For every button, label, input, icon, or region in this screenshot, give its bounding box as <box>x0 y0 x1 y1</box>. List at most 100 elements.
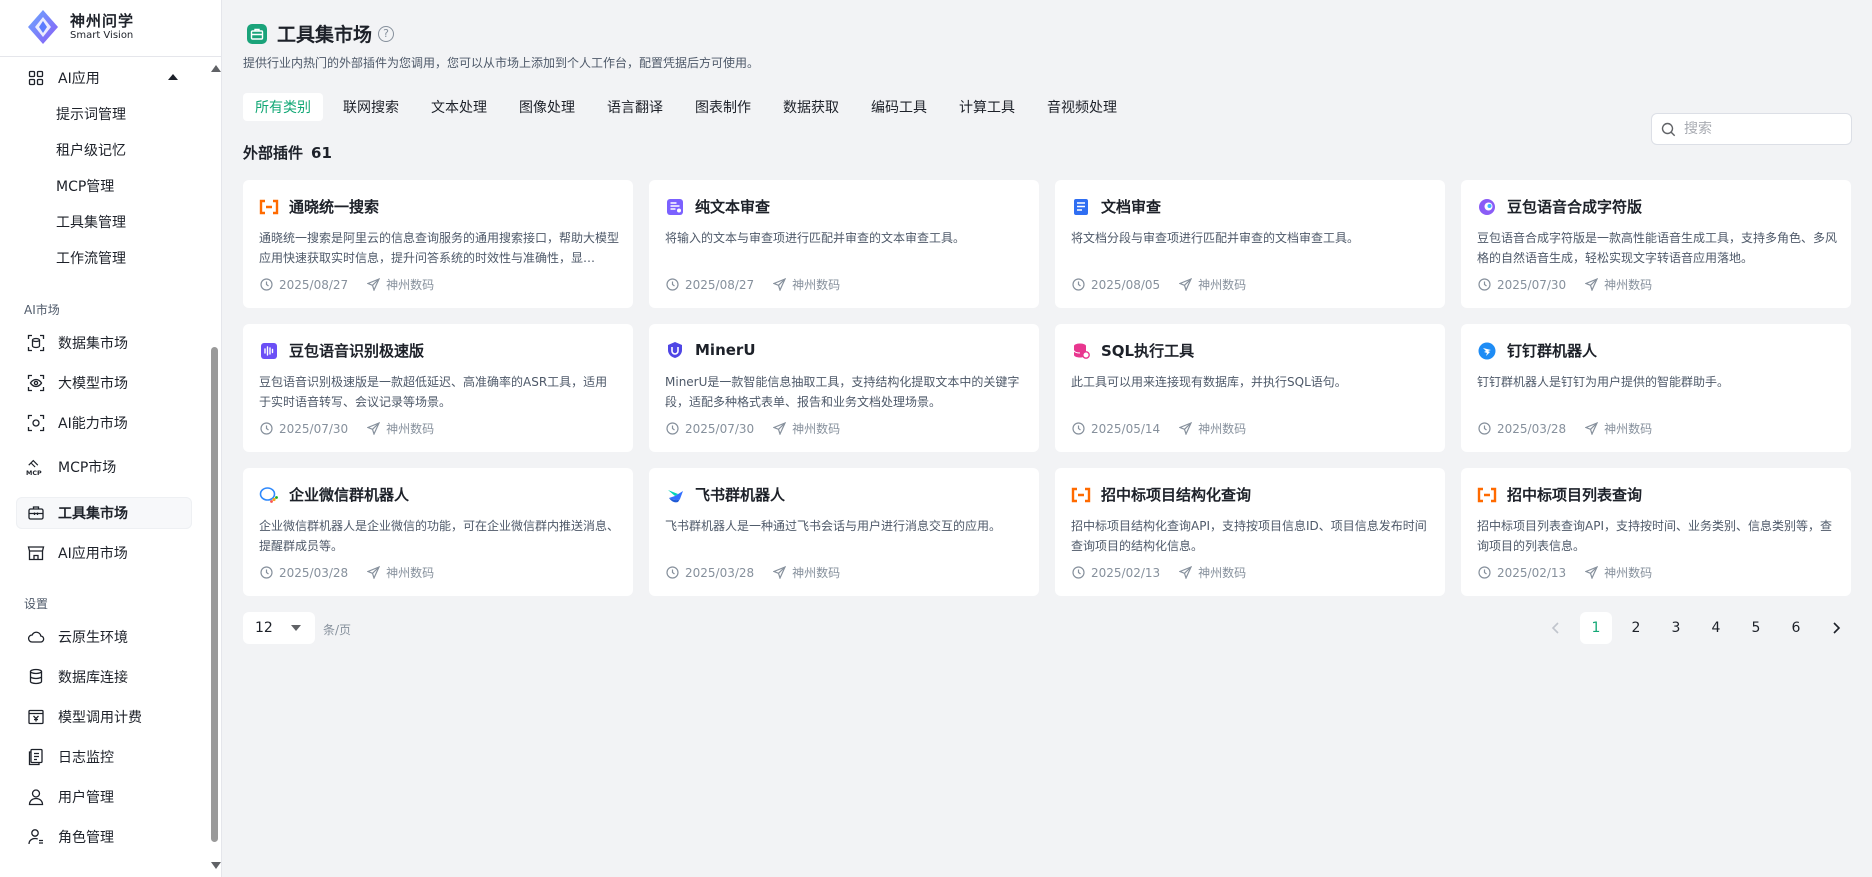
card-author: 神州数码 <box>1198 278 1247 292</box>
sidebar-item-label: 日志监控 <box>58 750 114 766</box>
sidebar-item-user-mgmt[interactable]: 用户管理 <box>16 781 192 813</box>
sidebar-item-cloud-env[interactable]: 云原生环境 <box>16 621 192 653</box>
feishu-icon <box>665 485 685 505</box>
sidebar-sub-memory[interactable]: 租户级记忆 <box>56 137 126 163</box>
card-title: 飞书群机器人 <box>695 486 786 504</box>
plugin-count: 外部插件 61 <box>243 142 332 163</box>
page-number[interactable]: 6 <box>1780 612 1812 644</box>
tab-category[interactable]: 编码工具 <box>859 93 939 121</box>
sidebar-scrollbar[interactable] <box>208 57 221 877</box>
send-icon <box>772 278 786 292</box>
sidebar-sub-workflow[interactable]: 工作流管理 <box>56 245 126 271</box>
tab-category[interactable]: 计算工具 <box>947 93 1027 121</box>
clock-icon <box>1071 566 1085 580</box>
card-meta: 2025/03/28 神州数码 <box>1477 420 1652 437</box>
page-number[interactable]: 3 <box>1660 612 1692 644</box>
sidebar-item-log-monitor[interactable]: 日志监控 <box>16 741 192 773</box>
next-page-icon[interactable] <box>1820 612 1852 644</box>
sidebar-item-label: AI能力市场 <box>58 416 128 432</box>
page-size-select[interactable]: 12 <box>243 612 315 644</box>
plugin-card[interactable]: 招中标项目结构化查询 招中标项目结构化查询API，支持按项目信息ID、项目信息发布… <box>1055 468 1445 596</box>
scroll-down-icon[interactable] <box>211 862 221 869</box>
ai-ability-icon <box>26 413 46 433</box>
plugin-card[interactable]: 飞书群机器人 飞书群机器人是一种通过飞书会话与用户进行消息交互的应用。 2025/0… <box>649 468 1039 596</box>
dataset-icon <box>26 333 46 353</box>
tab-category[interactable]: 图表制作 <box>683 93 763 121</box>
collapse-caret-icon[interactable] <box>168 74 178 80</box>
tab-category[interactable]: 图像处理 <box>507 93 587 121</box>
card-description: 招中标项目结构化查询API，支持按项目信息ID、项目信息发布时间查询项目的结构化… <box>1071 519 1427 553</box>
card-title: 企业微信群机器人 <box>289 486 410 504</box>
sidebar-item-model-market[interactable]: 大模型市场 <box>16 367 192 399</box>
card-meta: 2025/08/27 神州数码 <box>259 276 434 293</box>
card-title: 豆包语音合成字符版 <box>1507 198 1643 216</box>
plugin-card[interactable]: 企业微信群机器人企业微信群机器人是企业微信的功能，可在企业微信群内推送消息、提醒… <box>243 468 633 596</box>
page-number[interactable]: 5 <box>1740 612 1772 644</box>
send-icon <box>1178 422 1192 436</box>
plugin-card[interactable]: 豆包语音合成字符版 豆包语音合成字符版是一款高性能语音生成工具，支持多角色、多风格… <box>1461 180 1851 308</box>
sidebar-item-dataset-market[interactable]: 数据集市场 <box>16 327 192 359</box>
tab-category[interactable]: 语言翻译 <box>595 93 675 121</box>
plugin-card[interactable]: 招中标项目列表查询 招中标项目列表查询API，支持按时间、业务类别、信息类别等，查… <box>1461 468 1851 596</box>
tab-category[interactable]: 文本处理 <box>419 93 499 121</box>
card-header: 豆包语音合成字符版 <box>1477 196 1642 217</box>
sidebar-item-toolset-market[interactable]: 工具集市场 <box>16 497 192 529</box>
tab-category[interactable]: 联网搜索 <box>331 93 411 121</box>
scroll-up-icon[interactable] <box>211 65 221 72</box>
plugin-card[interactable]: 豆包语音识别极速版 豆包语音识别极速版是一款超低延迟、高准确率的ASR工具，适用于… <box>243 324 633 452</box>
clock-icon <box>1477 566 1491 580</box>
card-description: 将输入的文本与审查项进行匹配并审查的文本审查工具。 <box>665 231 966 245</box>
scrollbar-thumb[interactable] <box>211 347 218 842</box>
plugin-card[interactable]: MinerU MinerU是一款智能信息抽取工具，支持结构化提取文本中的关键字段，… <box>649 324 1039 452</box>
send-icon <box>1178 278 1192 292</box>
plugin-card[interactable]: 纯文本审查 将输入的文本与审查项进行匹配并审查的文本审查工具。 2025/08/27… <box>649 180 1039 308</box>
cloud-icon <box>26 627 46 647</box>
sidebar-item-role-mgmt[interactable]: 角色管理 <box>16 821 192 853</box>
card-title: 招中标项目列表查询 <box>1507 486 1643 504</box>
card-author: 神州数码 <box>1198 566 1247 580</box>
card-author: 神州数码 <box>792 422 841 436</box>
card-meta: 2025/02/13 神州数码 <box>1071 564 1246 581</box>
card-date: 2025/05/14 <box>1091 421 1161 436</box>
card-author: 神州数码 <box>792 278 841 292</box>
tab-category[interactable]: 音视频处理 <box>1035 93 1129 121</box>
brand-logo[interactable]: 神州问学 Smart Vision <box>24 8 134 46</box>
sidebar-sub-mcp[interactable]: MCP管理 <box>56 173 114 199</box>
sidebar-item-billing[interactable]: 模型调用计费 <box>16 701 192 733</box>
page-number[interactable]: 4 <box>1700 612 1732 644</box>
card-author: 神州数码 <box>1604 566 1653 580</box>
sidebar-item-ai-app-market[interactable]: AI应用市场 <box>16 537 192 569</box>
help-icon[interactable]: ? <box>378 25 395 42</box>
plugin-card[interactable]: SQL执行工具 此工具可以用来连接现有数据库，并执行SQL语句。 2025/05/1… <box>1055 324 1445 452</box>
card-header: SQL执行工具 <box>1071 340 1194 361</box>
plugin-card[interactable]: 钉钉群机器人 钉钉群机器人是钉钉为用户提供的智能群助手。 2025/03/28 神州数… <box>1461 324 1851 452</box>
card-description: 钉钉群机器人是钉钉为用户提供的智能群助手。 <box>1477 375 1730 389</box>
tab-category[interactable]: 所有类别 <box>243 93 323 121</box>
card-title: 通晓统一搜索 <box>289 198 380 216</box>
sidebar: 神州问学 Smart Vision AI应用 提示词管理 租户级记忆 MCP管理… <box>0 0 222 877</box>
sidebar-item-db-connection[interactable]: 数据库连接 <box>16 661 192 693</box>
card-date: 2025/02/13 <box>1497 565 1567 580</box>
brand-mark-icon <box>28 10 58 44</box>
section-title-settings: 设置 <box>24 597 49 611</box>
send-icon <box>366 566 380 580</box>
card-date: 2025/08/05 <box>1091 277 1161 292</box>
clock-icon <box>259 278 273 292</box>
card-description: 企业微信群机器人是企业微信的功能，可在企业微信群内推送消息、提醒群成员等。 <box>259 519 619 553</box>
plugin-card[interactable]: 通晓统一搜索 通晓统一搜索是阿里云的信息查询服务的通用搜索接口，帮助大模型应用快速… <box>243 180 633 308</box>
sidebar-item-mcp-market[interactable]: MCP MCP市场 <box>16 451 192 483</box>
card-author: 神州数码 <box>386 422 435 436</box>
per-page-label: 条/页 <box>323 623 352 637</box>
page-number[interactable]: 1 <box>1580 612 1612 644</box>
plugin-card[interactable]: 文档审查 将文档分段与审查项进行匹配并审查的文档审查工具。 2025/08/05 神州… <box>1055 180 1445 308</box>
sidebar-item-ai-ability-market[interactable]: AI能力市场 <box>16 407 192 439</box>
sidebar-sub-toolset[interactable]: 工具集管理 <box>56 209 126 235</box>
tab-category[interactable]: 数据获取 <box>771 93 851 121</box>
card-meta: 2025/05/14 神州数码 <box>1071 420 1246 437</box>
search-box[interactable] <box>1651 113 1852 145</box>
sidebar-item-ai-app[interactable]: AI应用 <box>16 62 192 94</box>
sidebar-sub-prompt[interactable]: 提示词管理 <box>56 101 126 127</box>
search-input[interactable] <box>1684 121 1844 137</box>
prev-page-icon[interactable] <box>1540 612 1572 644</box>
page-number[interactable]: 2 <box>1620 612 1652 644</box>
